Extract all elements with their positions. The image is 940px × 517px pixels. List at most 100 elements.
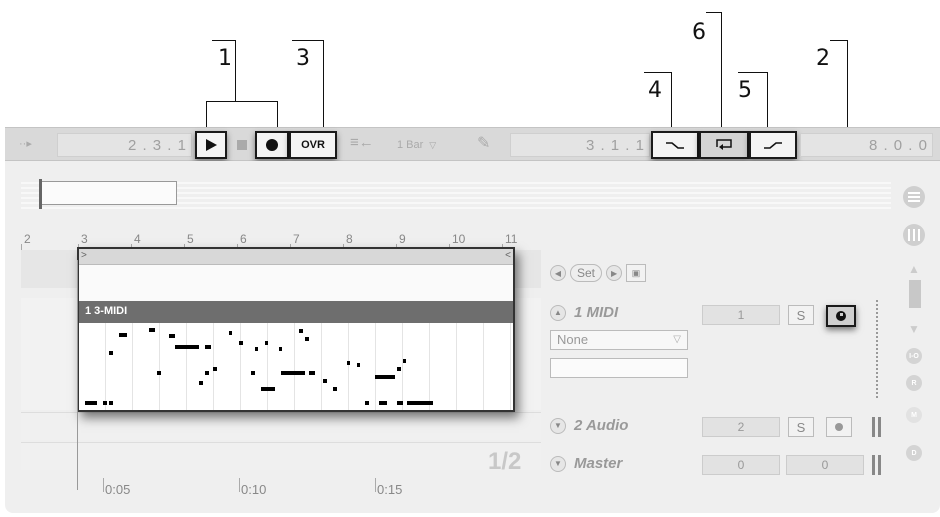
loop-icon [716, 139, 732, 150]
solo-button-1[interactable]: S [788, 305, 814, 325]
master-activator[interactable]: 0 [702, 455, 780, 475]
midi-note [157, 371, 161, 375]
time-label: 0:05 [105, 482, 131, 497]
overdub-label: OVR [301, 139, 325, 151]
audio-track-title[interactable]: ▼ 2 Audio [550, 417, 628, 434]
track-name-label: 1 MIDI [574, 304, 619, 321]
midi-note [175, 345, 199, 349]
time-label: 0:10 [241, 482, 267, 497]
midi-note [379, 401, 387, 405]
midi-note [279, 347, 282, 351]
audio-track-lane[interactable] [21, 412, 541, 440]
overview-selection[interactable] [39, 181, 177, 205]
play-button[interactable] [195, 131, 227, 159]
lock-button[interactable]: ▣ [626, 264, 647, 282]
bar-label: 3 [81, 232, 88, 246]
callout-line [292, 40, 324, 41]
next-locator-button[interactable]: ▶ [606, 265, 623, 281]
punch-in-position-field[interactable]: 3 . 1 . 1 [510, 133, 650, 157]
bar-label: 10 [452, 232, 466, 246]
seconds-ruler[interactable]: 0:05 0:10 0:15 [77, 478, 517, 500]
chevron-down-icon: ▽ [673, 334, 681, 345]
session-view-button[interactable] [903, 186, 925, 208]
quantize-menu[interactable]: 1 Bar ▽ [397, 135, 472, 155]
midi-note [213, 367, 217, 371]
arm-button-2[interactable] [826, 417, 852, 437]
callout-line [323, 40, 324, 130]
meter-dots [876, 300, 878, 398]
scroll-down-icon[interactable]: ▼ [908, 322, 920, 336]
input-type-dropdown[interactable]: None ▽ [550, 330, 688, 350]
arrangement-overview[interactable] [21, 179, 891, 209]
overdub-button[interactable]: OVR [289, 131, 337, 159]
loop-end-marker[interactable]: < [505, 250, 511, 261]
callout-6: 6 [692, 20, 706, 45]
midi-note [229, 331, 232, 335]
stop-icon [237, 140, 247, 150]
input-channel-field[interactable] [550, 358, 688, 378]
punch-out-button[interactable] [749, 131, 797, 159]
midi-note [119, 333, 127, 337]
midi-note [397, 401, 403, 405]
set-locator-button[interactable]: Set [570, 264, 603, 282]
arrangement-position-field[interactable]: 2 . 3 . 1 [57, 133, 192, 157]
track-activator-2[interactable]: 2 [702, 417, 780, 437]
scroll-up-icon[interactable]: ▲ [908, 262, 920, 276]
follow-icon[interactable]: ··▸ [19, 137, 32, 150]
arrangement-view-button[interactable] [903, 224, 925, 246]
loop-length-field[interactable]: 8 . 0 . 0 [800, 133, 933, 157]
stop-button[interactable] [231, 131, 253, 159]
returns-toggle-button[interactable]: R [906, 375, 922, 391]
midi-note [407, 401, 433, 405]
record-button[interactable] [255, 131, 289, 159]
quantize-label: 1 Bar [397, 139, 424, 151]
delay-toggle-button[interactable]: D [906, 445, 922, 461]
midi-note [261, 387, 275, 391]
overview-marker [39, 179, 42, 209]
session-view-icon [908, 192, 920, 202]
loop-brace[interactable]: > < [79, 249, 513, 265]
fold-track-button[interactable]: ▲ [550, 304, 566, 321]
loop-start-marker[interactable]: > [81, 250, 87, 261]
master-track-lane[interactable] [21, 442, 541, 470]
punch-in-button[interactable] [651, 131, 699, 159]
callout-line [206, 101, 278, 102]
callout-3: 3 [296, 46, 310, 71]
callout-line [235, 40, 236, 102]
midi-note [265, 341, 268, 345]
arm-button-1[interactable] [826, 305, 856, 327]
callout-line [212, 40, 236, 41]
callout-line [721, 12, 722, 130]
midi-note [103, 401, 107, 405]
master-track-title[interactable]: ▼ Master [550, 455, 622, 472]
master-crossfade[interactable]: 0 [786, 455, 864, 475]
midi-note [357, 363, 360, 367]
back-to-arrangement-icon[interactable]: ≡← [350, 134, 374, 151]
solo-button-2[interactable]: S [788, 417, 814, 437]
scrollbar-thumb[interactable] [909, 280, 921, 308]
previous-locator-button[interactable]: ◀ [550, 265, 566, 281]
callout-1: 1 [218, 46, 232, 71]
midi-clip-notes[interactable] [79, 323, 513, 410]
midi-track-title[interactable]: ▲ 1 MIDI [550, 304, 618, 321]
midi-clip-header[interactable]: 1 3-MIDI [79, 301, 513, 323]
midi-note [199, 381, 203, 385]
mixer-toggle-button[interactable]: M [906, 407, 922, 423]
dropdown-value: None [557, 332, 589, 347]
midi-note [309, 371, 315, 375]
midi-note [347, 361, 350, 365]
track-activator-1[interactable]: 1 [702, 305, 780, 325]
fold-track-button[interactable]: ▼ [550, 417, 566, 434]
fold-track-button[interactable]: ▼ [550, 455, 566, 472]
bar-label: 5 [187, 232, 194, 246]
draw-mode-icon[interactable]: ✎ [477, 133, 490, 153]
midi-note [305, 337, 309, 341]
bar-label: 7 [293, 232, 300, 246]
loop-region[interactable]: > < 1 3-MIDI [77, 247, 515, 412]
io-toggle-button[interactable]: I-O [906, 348, 922, 364]
chevron-down-icon: ▽ [429, 139, 437, 150]
loop-switch-button[interactable] [699, 131, 749, 159]
callout-4: 4 [648, 78, 662, 103]
midi-note [365, 401, 369, 405]
midi-note [375, 375, 395, 379]
